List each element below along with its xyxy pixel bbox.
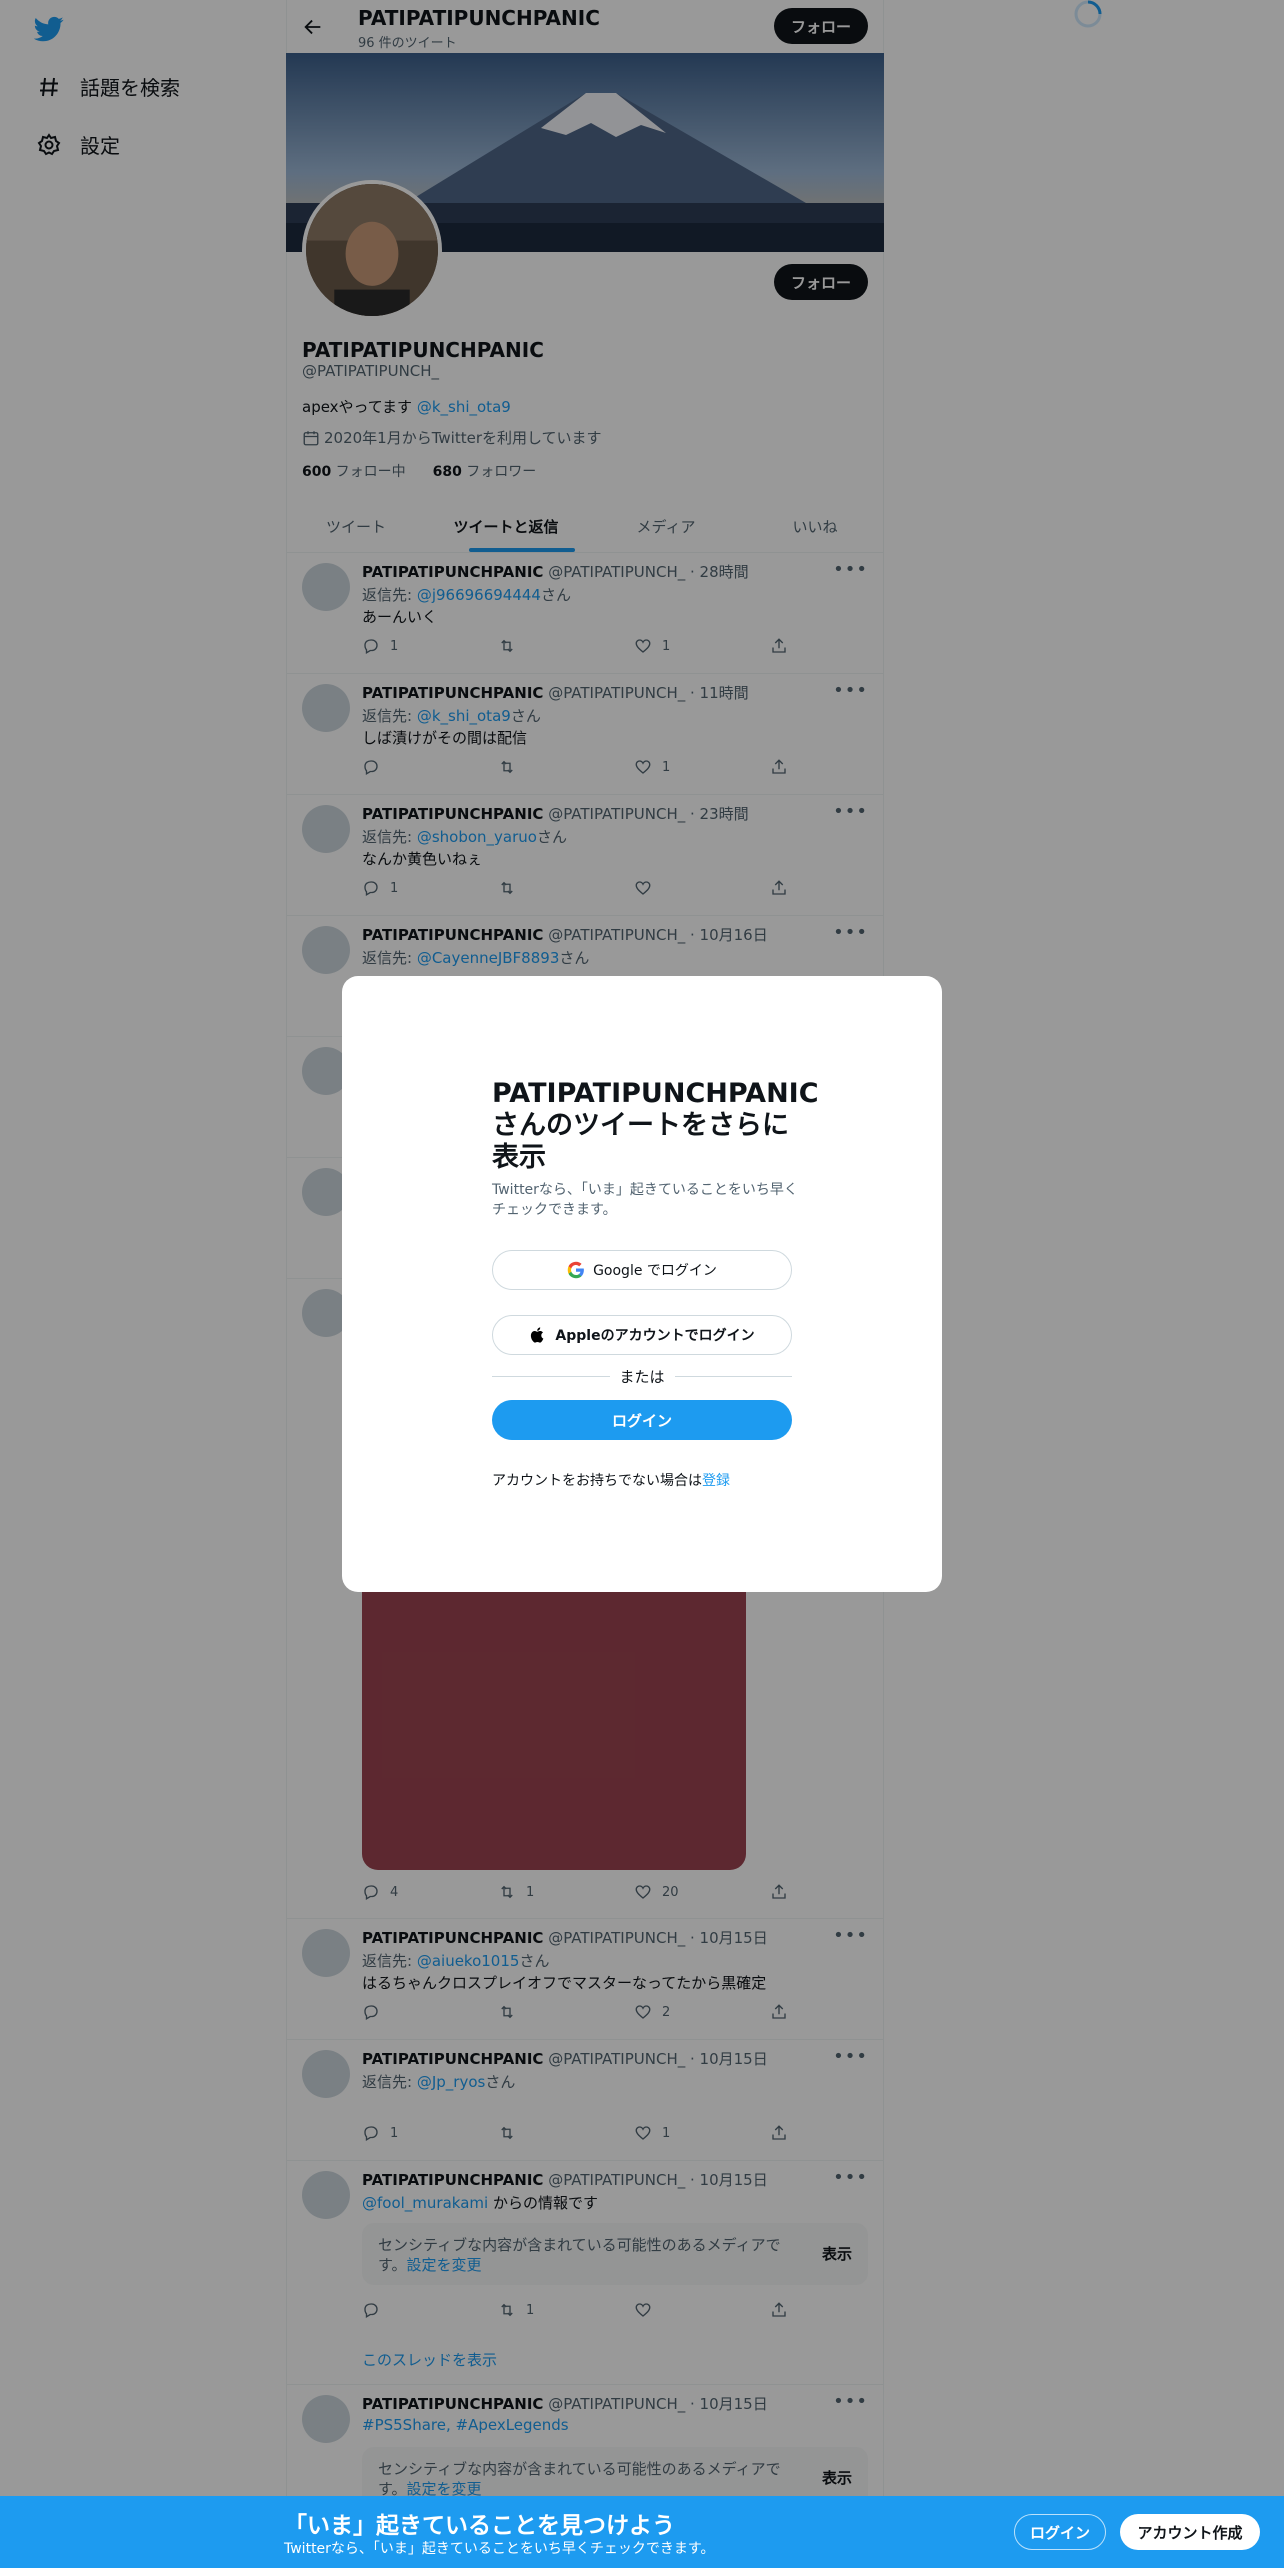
bottom-bar-title: 「いま」起きていることを見つけよう — [284, 2513, 675, 2539]
or-divider: または — [492, 1366, 793, 1386]
signup-link[interactable]: 登録 — [702, 1473, 730, 1489]
google-icon — [567, 1261, 585, 1279]
apple-icon — [529, 1326, 547, 1344]
apple-login-label: Appleのアカウントでログイン — [555, 1328, 755, 1344]
google-login-button[interactable]: Google でログイン — [492, 1250, 792, 1290]
apple-login-button[interactable]: Appleのアカウントでログイン — [492, 1315, 792, 1355]
login-modal: PATIPATIPUNCHPANICさんのツイートをさらに表示 Twitterな… — [342, 976, 942, 1592]
modal-title: PATIPATIPUNCHPANICさんのツイートをさらに表示 — [492, 1078, 819, 1173]
bottom-bar-subtitle: Twitterなら、「いま」起きていることをいち早くチェックできます。 — [284, 2541, 715, 2557]
modal-subtitle: Twitterなら、「いま」起きていることをいち早くチェックできます。 — [492, 1182, 798, 1218]
bottom-signup-button[interactable]: アカウント作成 — [1120, 2514, 1260, 2550]
google-login-label: Google でログイン — [593, 1263, 717, 1279]
signup-prompt: アカウントをお持ちでない場合は登録 — [492, 1473, 730, 1489]
or-label: または — [619, 1367, 665, 1386]
bottom-login-button[interactable]: ログイン — [1014, 2514, 1106, 2550]
login-button[interactable]: ログイン — [492, 1400, 792, 1440]
bottom-signup-bar: 「いま」起きていることを見つけよう Twitterなら、「いま」起きていることを… — [0, 2496, 1284, 2568]
